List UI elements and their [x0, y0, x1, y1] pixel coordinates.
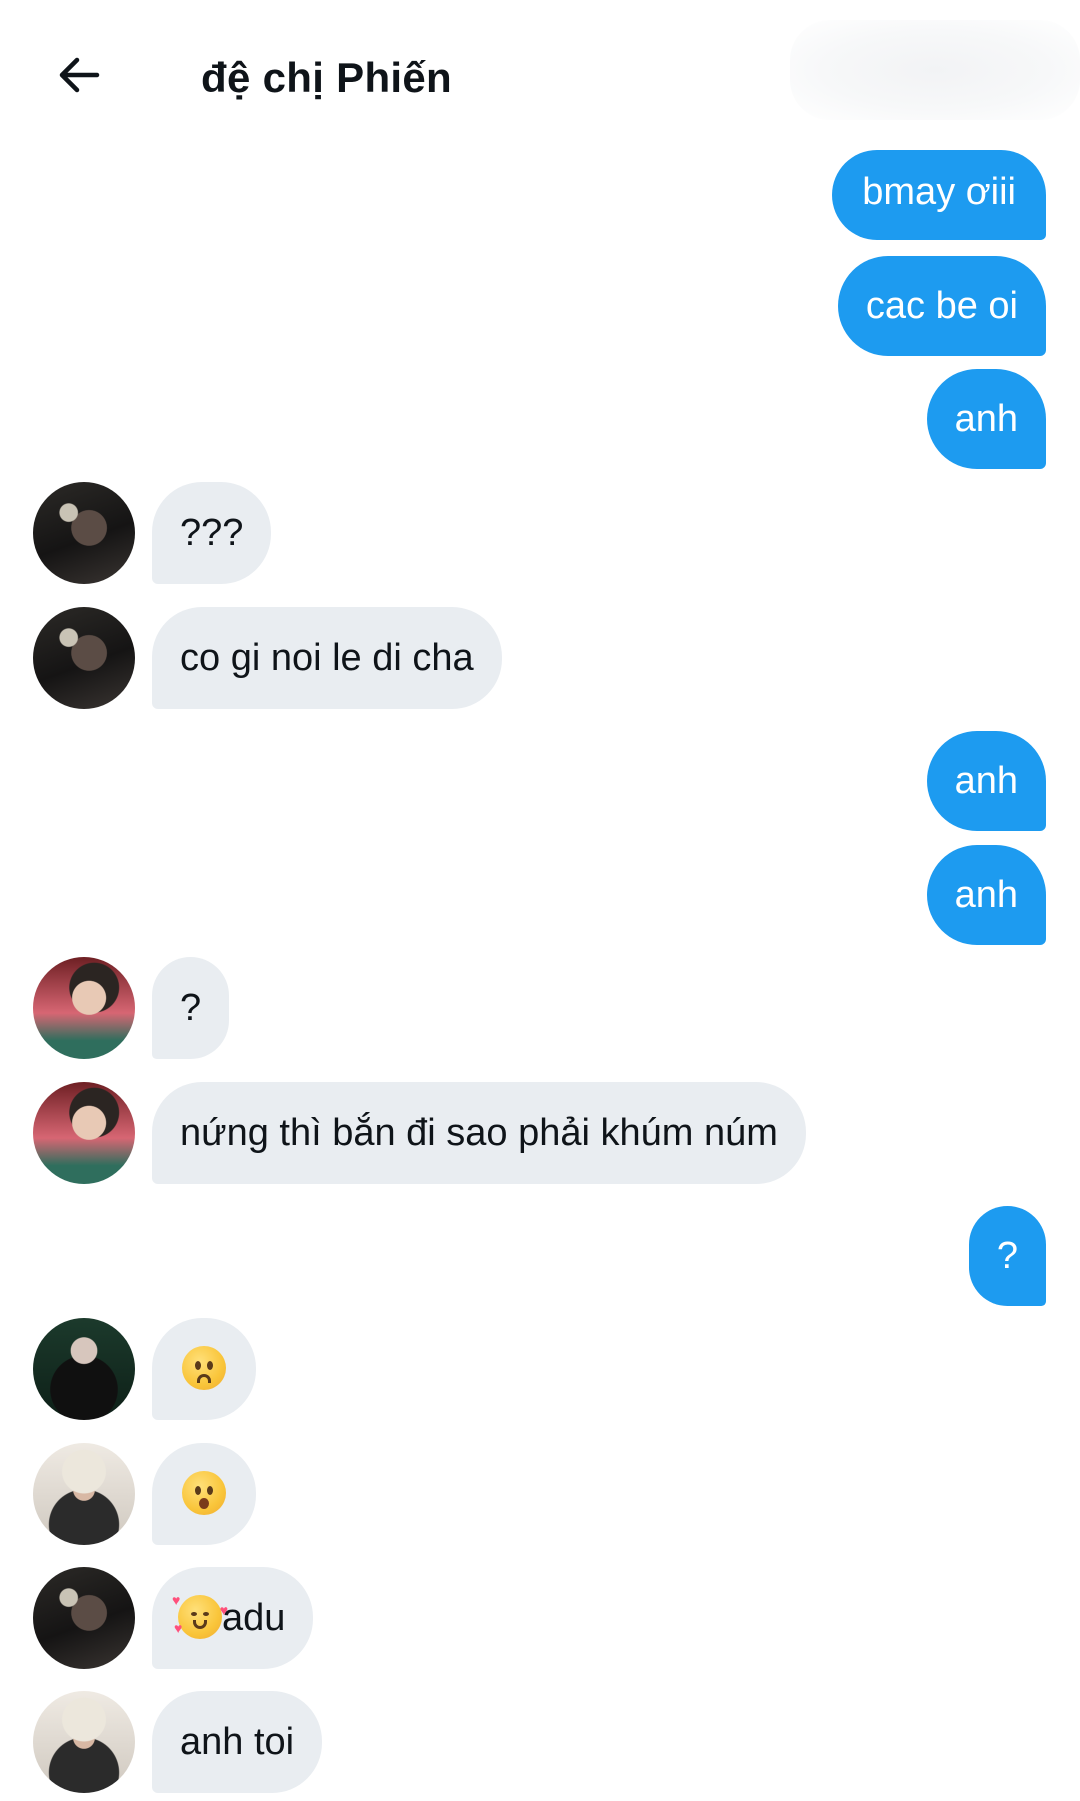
avatar-user-d[interactable]	[33, 1443, 135, 1545]
message-outgoing[interactable]: ?	[0, 1206, 1080, 1306]
arrow-left-icon	[59, 57, 100, 93]
message-bubble: ?	[152, 957, 230, 1059]
avatar-user-d[interactable]	[33, 1691, 135, 1793]
message-bubble: nứng thì bắn đi sao phải khúm núm	[152, 1082, 806, 1184]
message-bubble	[152, 1318, 256, 1420]
message-bubble: bmay ơiii	[832, 150, 1046, 240]
message-incoming[interactable]: ???	[0, 482, 1080, 584]
message-bubble: anh	[926, 369, 1046, 469]
message-bubble	[152, 1443, 256, 1545]
avatar-user-a[interactable]	[33, 1567, 135, 1669]
message-incoming[interactable]	[0, 1443, 1080, 1545]
conversation-header: đệ chị Phiến	[0, 0, 1080, 150]
message-bubble: cac be oi	[837, 256, 1046, 356]
avatar-user-c[interactable]	[33, 1318, 135, 1420]
worried-face-emoji	[182, 1345, 226, 1390]
message-text: adu	[222, 1597, 286, 1639]
message-bubble: anh	[926, 731, 1046, 831]
conversation-title: đệ chị Phiến	[201, 54, 452, 101]
message-incoming[interactable]: anh toi	[0, 1691, 1080, 1793]
message-incoming[interactable]	[0, 1318, 1080, 1420]
message-incoming[interactable]: co gi noi le di cha	[0, 607, 1080, 709]
message-bubble: anh toi	[152, 1691, 323, 1793]
message-outgoing[interactable]: cac be oi	[0, 256, 1080, 356]
message-bubble: co gi noi le di cha	[152, 607, 502, 709]
message-bubble: ?	[968, 1206, 1046, 1306]
message-outgoing[interactable]: anh	[0, 845, 1080, 945]
message-bubble: ♥ ♥ ♥ adu	[152, 1567, 314, 1669]
frowning-open-mouth-emoji	[182, 1470, 226, 1515]
avatar-user-a[interactable]	[33, 482, 135, 584]
avatar-user-a[interactable]	[33, 607, 135, 709]
message-outgoing[interactable]: anh	[0, 369, 1080, 469]
message-outgoing[interactable]: anh	[0, 731, 1080, 831]
smiling-face-with-hearts-emoji: ♥ ♥ ♥	[172, 1593, 228, 1639]
avatar-user-b[interactable]	[33, 1082, 135, 1184]
message-bubble: anh	[926, 845, 1046, 945]
redacted-area	[790, 20, 1080, 120]
message-incoming[interactable]: ?	[0, 957, 1080, 1059]
message-bubble: ???	[152, 482, 272, 584]
message-incoming[interactable]: nứng thì bắn đi sao phải khúm núm	[0, 1082, 1080, 1184]
avatar-user-b[interactable]	[33, 957, 135, 1059]
message-outgoing[interactable]: bmay ơiii	[0, 150, 1080, 250]
back-button[interactable]	[44, 40, 114, 110]
message-incoming[interactable]: ♥ ♥ ♥ adu	[0, 1567, 1080, 1669]
